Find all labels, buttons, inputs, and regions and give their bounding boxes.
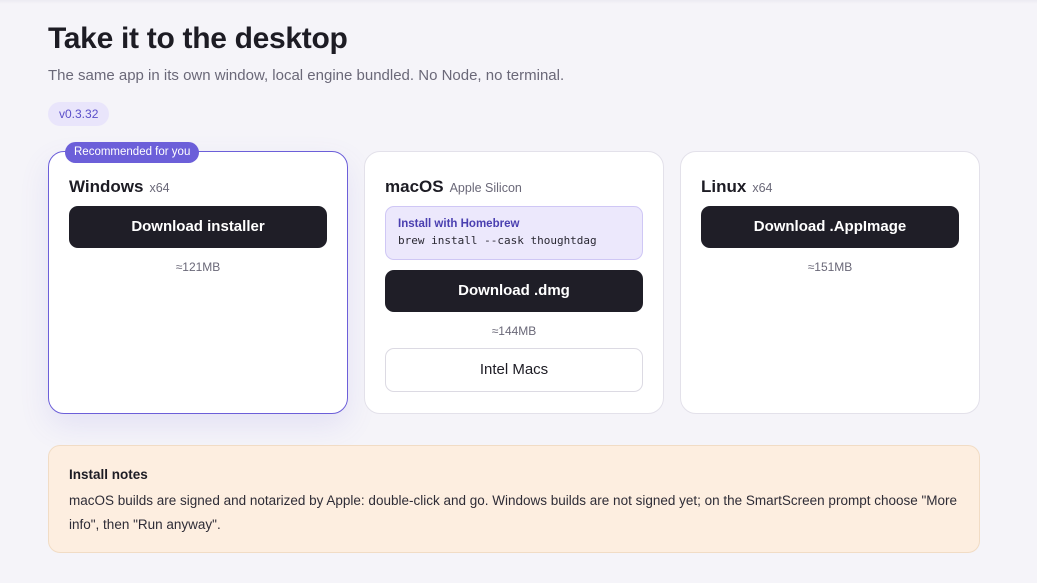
windows-card-header: Windows x64 xyxy=(69,177,170,197)
homebrew-command[interactable]: brew install --cask thoughtdag xyxy=(398,234,630,247)
recommended-badge: Recommended for you xyxy=(65,142,200,163)
os-name-windows: Windows xyxy=(69,177,144,196)
homebrew-box[interactable]: Install with Homebrew brew install --cas… xyxy=(385,206,643,260)
linux-card: Linux x64 Download .AppImage ≈151MB xyxy=(680,151,980,414)
file-size-macos: ≈144MB xyxy=(491,324,537,338)
windows-card: Recommended for you Windows x64 Download … xyxy=(48,142,348,414)
linux-card-header: Linux x64 xyxy=(701,177,773,197)
homebrew-label: Install with Homebrew xyxy=(398,218,520,230)
arch-label-windows: x64 xyxy=(149,181,170,195)
install-notes-title: Install notes xyxy=(69,467,148,482)
os-name-linux: Linux xyxy=(701,177,747,196)
page-subtitle: The same app in its own window, local en… xyxy=(48,67,565,84)
macos-card: macOS Apple Silicon Install with Homebrew… xyxy=(364,151,664,414)
file-size-windows: ≈121MB xyxy=(175,260,221,274)
os-name-macos: macOS xyxy=(385,177,444,196)
arch-label-macos: Apple Silicon xyxy=(449,181,522,195)
install-notes-body: macOS builds are signed and notarized by… xyxy=(69,493,958,532)
file-size-linux: ≈151MB xyxy=(807,260,853,274)
arch-label-linux: x64 xyxy=(752,181,773,195)
version-badge: v0.3.32 xyxy=(48,102,110,126)
download-dmg-button[interactable]: Download .dmg xyxy=(385,270,643,312)
intel-macs-button[interactable]: Intel Macs xyxy=(385,348,643,392)
download-installer-button[interactable]: Download installer xyxy=(69,206,327,248)
download-appimage-button[interactable]: Download .AppImage xyxy=(701,206,959,248)
macos-card-header: macOS Apple Silicon xyxy=(385,177,522,197)
page-title: Take it to the desktop xyxy=(48,22,348,55)
install-notes: Install notes macOS builds are signed an… xyxy=(48,445,980,553)
top-divider xyxy=(0,0,1037,4)
